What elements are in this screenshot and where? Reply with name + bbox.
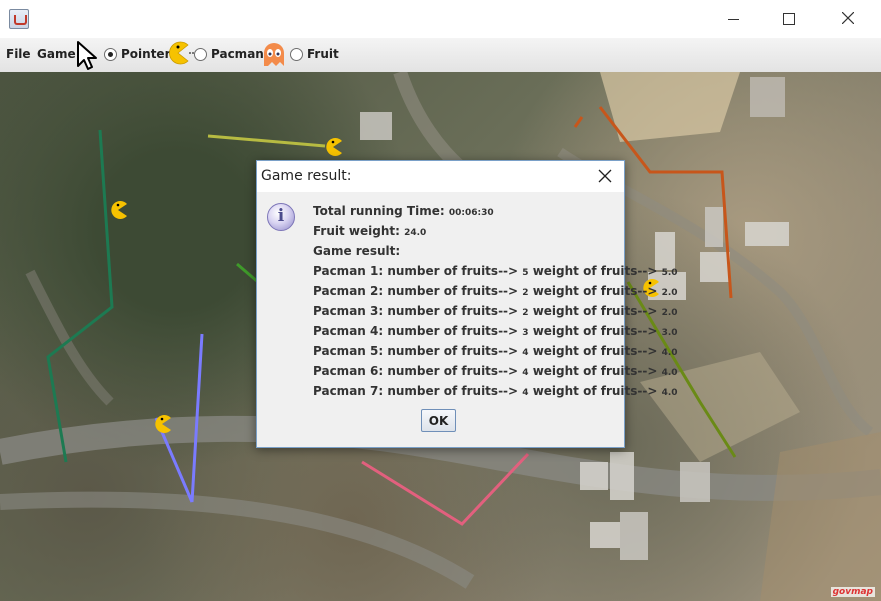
result-mid: weight of fruits-->	[528, 364, 662, 378]
fruit-weight-value: 24.0	[404, 228, 427, 238]
ok-button[interactable]: OK	[421, 409, 456, 432]
result-label: Pacman 2: number of fruits-->	[313, 284, 523, 298]
result-label: Pacman 1: number of fruits-->	[313, 264, 523, 278]
menu-game[interactable]: Game	[37, 47, 76, 61]
radio-pacman-label[interactable]: Pacman	[211, 47, 264, 61]
result-row: Pacman 3: number of fruits--> 2 weight o…	[313, 304, 678, 318]
result-mid: weight of fruits-->	[528, 264, 662, 278]
result-row: Pacman 6: number of fruits--> 4 weight o…	[313, 364, 678, 378]
result-row: Pacman 2: number of fruits--> 2 weight o…	[313, 284, 678, 298]
result-weight: 4.0	[661, 368, 678, 378]
result-mid: weight of fruits-->	[528, 284, 662, 298]
menu-file[interactable]: File	[6, 47, 31, 61]
result-weight: 4.0	[661, 388, 678, 398]
govmap-attribution: govmap	[830, 587, 875, 597]
result-mid: weight of fruits-->	[528, 304, 662, 318]
dialog-close-button[interactable]	[598, 169, 612, 183]
result-row: Pacman 7: number of fruits--> 4 weight o…	[313, 384, 678, 398]
result-weight: 2.0	[661, 288, 678, 298]
result-mid: weight of fruits-->	[528, 324, 662, 338]
info-icon: i	[267, 203, 295, 231]
game-result-label: Game result:	[313, 244, 401, 258]
result-weight: 5.0	[661, 268, 678, 278]
result-row: Pacman 5: number of fruits--> 4 weight o…	[313, 344, 678, 358]
java-cup-icon	[9, 9, 29, 29]
ghost-icon	[264, 43, 284, 66]
game-result-dialog: Game result: i Total running Time: 00:06…	[256, 160, 678, 448]
dialog-title-bar: Game result:	[257, 161, 624, 192]
close-button[interactable]	[826, 0, 872, 38]
result-weight: 2.0	[661, 308, 678, 318]
result-label: Pacman 7: number of fruits-->	[313, 384, 523, 398]
result-label: Pacman 5: number of fruits-->	[313, 344, 523, 358]
result-weight: 4.0	[661, 348, 678, 358]
pacman-sprite	[326, 138, 342, 156]
mouse-cursor-icon	[77, 41, 97, 70]
radio-pointer[interactable]	[104, 48, 117, 61]
radio-fruit-label[interactable]: Fruit	[307, 47, 339, 61]
total-time-line: Total running Time: 00:06:30	[313, 204, 494, 218]
dialog-title: Game result:	[261, 168, 352, 184]
total-time-value: 00:06:30	[448, 208, 494, 218]
radio-fruit[interactable]	[290, 48, 303, 61]
minimize-button[interactable]	[712, 0, 758, 38]
radio-pointer-label[interactable]: Pointer	[121, 47, 171, 61]
maximize-button[interactable]	[766, 0, 812, 38]
result-label: Pacman 4: number of fruits-->	[313, 324, 523, 338]
result-row: Pacman 1: number of fruits--> 5 weight o…	[313, 264, 678, 278]
close-icon	[842, 12, 854, 24]
result-mid: weight of fruits-->	[528, 344, 662, 358]
result-label: Pacman 6: number of fruits-->	[313, 364, 523, 378]
menu-bar: File Game Pointer Pacman Fruit	[0, 38, 881, 73]
result-mid: weight of fruits-->	[528, 384, 662, 398]
result-row: Pacman 4: number of fruits--> 3 weight o…	[313, 324, 678, 338]
result-weight: 3.0	[661, 328, 678, 338]
pacman-sprite	[111, 201, 127, 219]
radio-pacman[interactable]	[194, 48, 207, 61]
pacman-icon	[169, 41, 194, 65]
fruit-weight-line: Fruit weight: 24.0	[313, 224, 427, 238]
result-label: Pacman 3: number of fruits-->	[313, 304, 523, 318]
title-bar	[0, 0, 881, 38]
